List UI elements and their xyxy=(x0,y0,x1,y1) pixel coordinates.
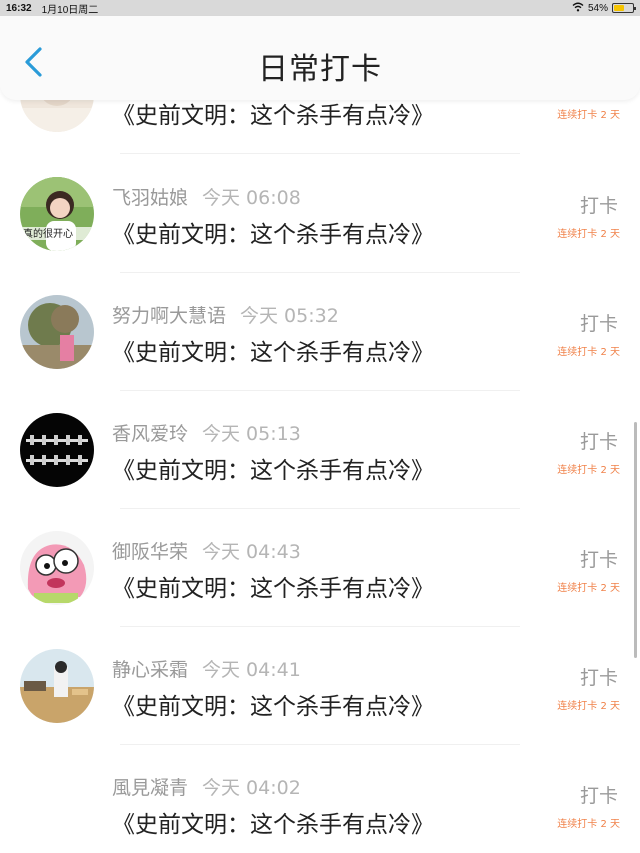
battery-percent: 54% xyxy=(587,2,608,14)
streak-label: 连续打卡 2 天 xyxy=(557,819,620,830)
avatar[interactable]: 真的很开心 xyxy=(20,177,94,251)
divider xyxy=(120,744,520,745)
checkin-time: 今天 05:32 xyxy=(240,305,339,327)
avatar[interactable] xyxy=(20,531,94,605)
checkin-button[interactable]: 打卡 xyxy=(580,545,618,572)
meta-line: 静心采霜 今天 04:41 xyxy=(112,655,301,682)
user-name[interactable]: 風見凝青 xyxy=(112,777,188,799)
page-title: 日常打卡 xyxy=(258,52,382,87)
list-item[interactable]: 努力啊大慧语 今天 05:32 《史前文明：这个杀手有点冷》 打卡 连续打卡 2 … xyxy=(0,277,640,395)
list-item[interactable]: 静心采霜 今天 04:41 《史前文明：这个杀手有点冷》 打卡 连续打卡 2 天 xyxy=(0,631,640,749)
streak-label: 连续打卡 2 天 xyxy=(557,110,620,121)
streak-label: 连续打卡 2 天 xyxy=(557,465,620,476)
divider xyxy=(120,390,520,391)
divider xyxy=(120,153,520,154)
status-bar: 16:32 1月10日周二 54% xyxy=(0,0,640,16)
user-name[interactable]: 飞羽姑娘 xyxy=(112,187,188,209)
divider xyxy=(120,272,520,273)
work-title: 《史前文明：这个杀手有点冷》 xyxy=(112,694,434,720)
list-item[interactable]: 御阪华荣 今天 04:43 《史前文明：这个杀手有点冷》 打卡 连续打卡 2 天 xyxy=(0,513,640,631)
checkin-button[interactable]: 打卡 xyxy=(580,781,618,808)
checkin-time: 今天 05:13 xyxy=(202,423,301,445)
user-name[interactable]: 静心采霜 xyxy=(112,659,188,681)
avatar[interactable] xyxy=(20,413,94,487)
checkin-list[interactable]: 《史前文明：这个杀手有点冷》 连续打卡 2 天 真的很开心 飞羽姑娘 今天 06:… xyxy=(0,40,640,853)
work-title: 《史前文明：这个杀手有点冷》 xyxy=(112,340,434,366)
checkin-button[interactable]: 打卡 xyxy=(580,427,618,454)
user-name[interactable]: 香风爱玲 xyxy=(112,423,188,445)
status-time: 16:32 xyxy=(6,2,32,14)
status-date: 1月10日周二 xyxy=(41,4,99,16)
nav-header: 日常打卡 xyxy=(0,16,640,100)
work-title: 《史前文明：这个杀手有点冷》 xyxy=(112,576,434,602)
streak-label: 连续打卡 2 天 xyxy=(557,701,620,712)
avatar-caption: 真的很开心 xyxy=(23,227,73,240)
work-title: 《史前文明：这个杀手有点冷》 xyxy=(112,222,434,248)
checkin-time: 今天 04:43 xyxy=(202,541,301,563)
checkin-time: 今天 04:02 xyxy=(202,777,301,799)
meta-line: 香风爱玲 今天 05:13 xyxy=(112,419,301,446)
work-title: 《史前文明：这个杀手有点冷》 xyxy=(112,812,434,838)
avatar[interactable] xyxy=(20,649,94,723)
user-name[interactable]: 努力啊大慧语 xyxy=(112,305,226,327)
work-title: 《史前文明：这个杀手有点冷》 xyxy=(112,103,434,129)
user-name[interactable]: 御阪华荣 xyxy=(112,541,188,563)
checkin-button[interactable]: 打卡 xyxy=(580,663,618,690)
list-item[interactable]: 真的很开心 飞羽姑娘 今天 06:08 《史前文明：这个杀手有点冷》 打卡 连续打… xyxy=(0,159,640,277)
avatar[interactable] xyxy=(20,295,94,369)
work-title: 《史前文明：这个杀手有点冷》 xyxy=(112,458,434,484)
meta-line: 努力啊大慧语 今天 05:32 xyxy=(112,301,339,328)
divider xyxy=(120,508,520,509)
meta-line: 飞羽姑娘 今天 06:08 xyxy=(112,183,301,210)
battery-icon xyxy=(612,3,636,13)
streak-label: 连续打卡 2 天 xyxy=(557,583,620,594)
wifi-icon xyxy=(572,2,584,15)
checkin-button[interactable]: 打卡 xyxy=(580,191,618,218)
checkin-time: 今天 04:41 xyxy=(202,659,301,681)
status-right: 54% xyxy=(572,2,636,15)
meta-line: 御阪华荣 今天 04:43 xyxy=(112,537,301,564)
checkin-button[interactable]: 打卡 xyxy=(580,309,618,336)
meta-line: 風見凝青 今天 04:02 xyxy=(112,773,301,800)
streak-label: 连续打卡 2 天 xyxy=(557,229,620,240)
streak-label: 连续打卡 2 天 xyxy=(557,347,620,358)
checkin-time: 今天 06:08 xyxy=(202,187,301,209)
list-item[interactable]: 風見凝青 今天 04:02 《史前文明：这个杀手有点冷》 打卡 连续打卡 2 天 xyxy=(0,749,640,853)
scrollbar[interactable] xyxy=(634,422,637,658)
divider xyxy=(120,626,520,627)
list-item[interactable]: 香风爱玲 今天 05:13 《史前文明：这个杀手有点冷》 打卡 连续打卡 2 天 xyxy=(0,395,640,513)
